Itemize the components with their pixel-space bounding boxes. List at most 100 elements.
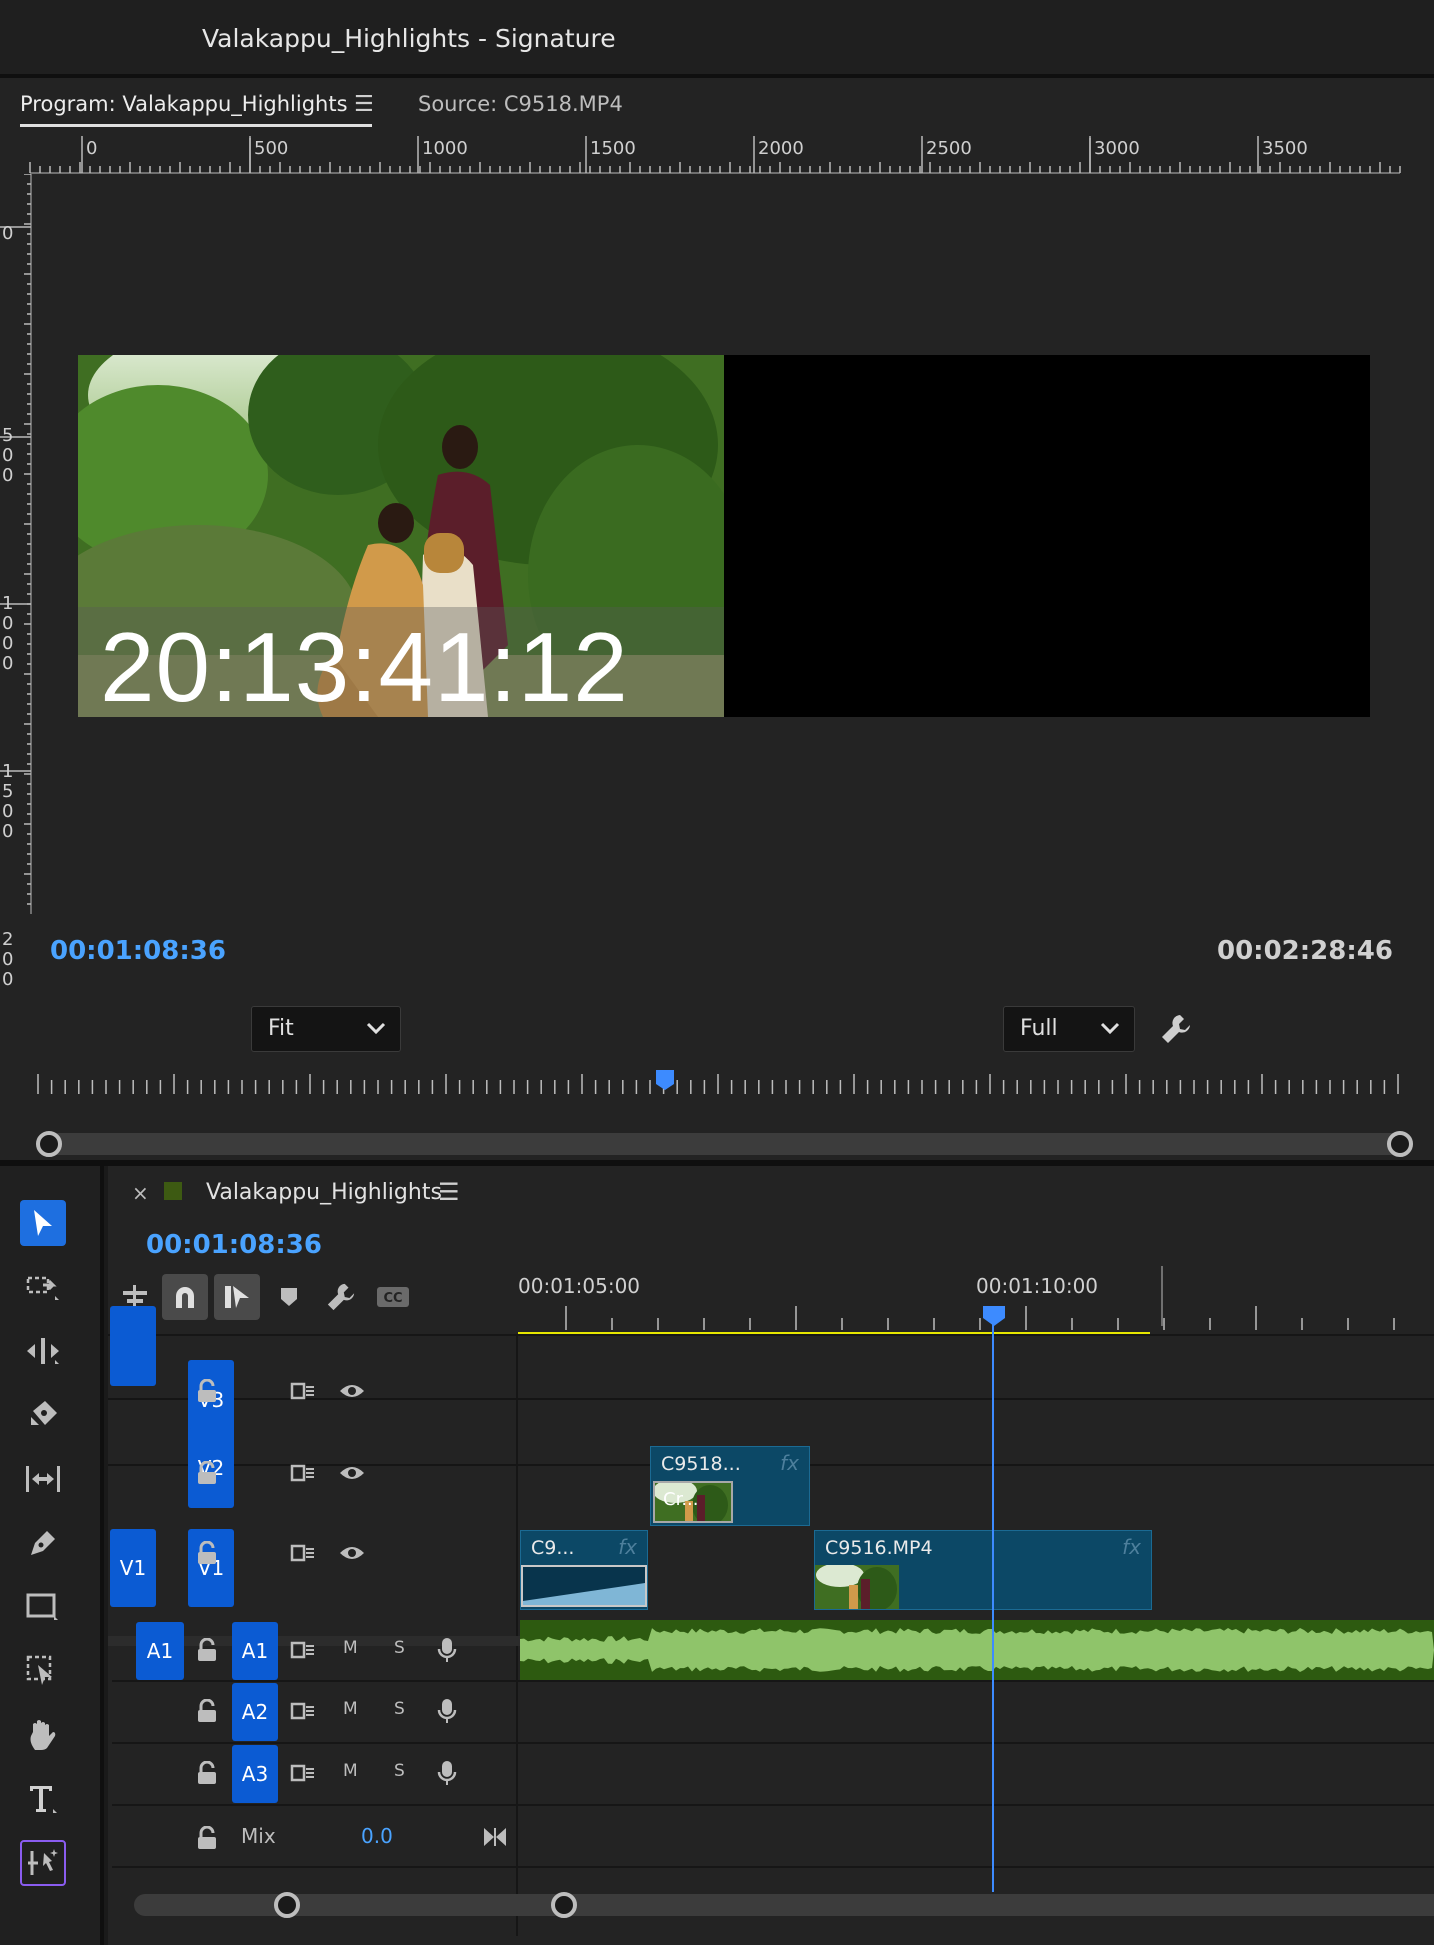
track-target-a2[interactable]: A2: [232, 1683, 278, 1741]
source-patch-a1[interactable]: A1: [136, 1622, 184, 1680]
panel-menu-icon[interactable]: ☰: [354, 92, 374, 117]
toggle-track-output-eye-icon[interactable]: [338, 1544, 366, 1566]
clip-c9-v1[interactable]: C9... fx: [520, 1530, 648, 1610]
lock-track-icon[interactable]: [196, 1540, 218, 1569]
rectangle-tool-icon[interactable]: [20, 1584, 66, 1630]
ruler-label: 1000: [422, 138, 468, 159]
clip-c9516-v1[interactable]: C9516.MP4 fx: [814, 1530, 1152, 1610]
captions-cc-icon[interactable]: CC: [370, 1274, 416, 1320]
clip-c9518-v2[interactable]: C9518... fx Cr...: [650, 1446, 810, 1526]
linked-selection-icon[interactable]: [214, 1274, 260, 1320]
tab-program[interactable]: Program: Valakappu_Highlights: [20, 92, 348, 116]
audio-waveform: [520, 1628, 1434, 1672]
selection-tool-icon[interactable]: [20, 1200, 66, 1246]
scrollbar-right-handle[interactable]: [1387, 1131, 1413, 1157]
type-tool-icon[interactable]: [20, 1776, 66, 1822]
timeline-time-ruler[interactable]: 00:01:05:00 00:01:10:00: [518, 1266, 1434, 1336]
solo-track-button[interactable]: S: [394, 1638, 405, 1658]
close-icon[interactable]: ×: [132, 1181, 149, 1205]
ruler-label: 500: [254, 138, 289, 159]
panel-menu-icon[interactable]: ☰: [438, 1178, 460, 1206]
go-to-edit-point-icon[interactable]: [482, 1826, 508, 1852]
lock-track-icon[interactable]: [196, 1637, 218, 1666]
razor-tool-icon[interactable]: [20, 1392, 66, 1438]
source-patch-a1-placeholder: [110, 1306, 156, 1386]
mix-volume-value[interactable]: 0.0: [361, 1824, 393, 1848]
lock-track-icon[interactable]: [196, 1460, 218, 1489]
settings-wrench-icon[interactable]: [1160, 1013, 1192, 1045]
lock-track-icon[interactable]: [196, 1378, 218, 1407]
snap-magnet-icon[interactable]: [162, 1274, 208, 1320]
hand-tool-icon[interactable]: [20, 1712, 66, 1758]
source-patch-v1[interactable]: V1: [110, 1529, 156, 1607]
solo-track-button[interactable]: S: [394, 1699, 405, 1719]
select-object-tool-icon[interactable]: [20, 1648, 66, 1694]
timeline-scrollbar-right-handle[interactable]: [551, 1892, 577, 1918]
sequence-duration: 00:02:28:46: [1217, 936, 1393, 966]
track-select-tool-icon[interactable]: [20, 1264, 66, 1310]
active-tab-indicator: [20, 124, 372, 127]
sync-lock-icon[interactable]: [290, 1763, 316, 1787]
playhead-timecode[interactable]: 00:01:08:36: [50, 936, 226, 966]
audio-clip-a1[interactable]: [520, 1620, 1434, 1680]
add-marker-icon[interactable]: [266, 1274, 312, 1320]
clip-thumbnail: Cr...: [653, 1481, 733, 1523]
timeline-scrollbar-left-handle[interactable]: [274, 1892, 300, 1918]
track-target-a1[interactable]: A1: [232, 1622, 278, 1680]
title-bar: Valakappu_Highlights - Signature: [0, 0, 1434, 78]
timeline-settings-wrench-icon[interactable]: [318, 1274, 364, 1320]
pen-tool-icon[interactable]: [20, 1520, 66, 1566]
clip-name: C9516.MP4: [825, 1537, 933, 1559]
playhead-line: [992, 1322, 994, 1892]
sequence-tab-title[interactable]: Valakappu_Highlights: [206, 1180, 442, 1205]
zoom-level-value: Fit: [268, 1016, 294, 1041]
playback-resolution-value: Full: [1020, 1016, 1058, 1041]
opacity-keyframe-graph[interactable]: [521, 1565, 647, 1607]
mute-track-button[interactable]: M: [343, 1638, 358, 1658]
scrollbar-left-handle[interactable]: [36, 1131, 62, 1157]
voice-over-record-mic-icon[interactable]: [437, 1759, 457, 1791]
lock-track-icon[interactable]: [196, 1760, 218, 1789]
generative-extend-tool-icon[interactable]: [20, 1840, 66, 1886]
timeline-playhead-marker[interactable]: [983, 1306, 1005, 1326]
track-separator: [112, 1866, 1434, 1868]
voice-over-record-mic-icon[interactable]: [437, 1697, 457, 1729]
monitor-time-ruler-ticks: [37, 1070, 1399, 1094]
program-monitor-panel: Program: Valakappu_Highlights ☰ Source: …: [0, 78, 1434, 1211]
timeline-playhead-timecode[interactable]: 00:01:08:36: [146, 1230, 322, 1260]
sequence-color-swatch: [164, 1182, 182, 1200]
slip-tool-icon[interactable]: [20, 1456, 66, 1502]
vertical-ruler: 0 5 0 0 1 0 0 0 1 5 0 0 2 0 0: [0, 173, 34, 990]
timeline-ruler-label: 00:01:05:00: [518, 1274, 641, 1298]
clip-thumbnail: [815, 1565, 899, 1609]
track-target-a3[interactable]: A3: [232, 1745, 278, 1803]
voice-over-record-mic-icon[interactable]: [437, 1636, 457, 1668]
lock-track-icon[interactable]: [196, 1698, 218, 1727]
playback-resolution-select[interactable]: Full: [1003, 1006, 1135, 1052]
ripple-edit-tool-icon[interactable]: [20, 1328, 66, 1374]
mute-track-button[interactable]: M: [343, 1761, 358, 1781]
sync-lock-icon[interactable]: [290, 1381, 316, 1405]
mute-track-button[interactable]: M: [343, 1699, 358, 1719]
playhead-marker[interactable]: [656, 1070, 674, 1090]
tab-source[interactable]: Source: C9518.MP4: [418, 92, 623, 116]
solo-track-button[interactable]: S: [394, 1761, 405, 1781]
sync-lock-icon[interactable]: [290, 1640, 316, 1664]
program-video-frame[interactable]: 20:13:41:12: [78, 355, 1370, 717]
lock-track-icon[interactable]: [196, 1825, 218, 1854]
ruler-label: 0: [2, 223, 14, 244]
sync-lock-icon[interactable]: [290, 1463, 316, 1487]
zoom-level-select[interactable]: Fit: [251, 1006, 401, 1052]
sync-lock-icon[interactable]: [290, 1543, 316, 1567]
timeline-zoom-scrollbar[interactable]: [134, 1894, 1434, 1916]
toggle-track-output-eye-icon[interactable]: [338, 1382, 366, 1404]
toggle-track-output-eye-icon[interactable]: [338, 1464, 366, 1486]
fx-badge: fx: [618, 1535, 637, 1559]
ruler-label: 3500: [1262, 138, 1308, 159]
sync-lock-icon[interactable]: [290, 1701, 316, 1725]
tools-panel: [0, 1166, 104, 1945]
monitor-time-ruler[interactable]: [30, 1068, 1410, 1098]
chevron-down-icon: [1100, 1022, 1120, 1035]
monitor-zoom-scrollbar[interactable]: [40, 1133, 1402, 1155]
clip-sublabel: Cr...: [663, 1489, 699, 1510]
